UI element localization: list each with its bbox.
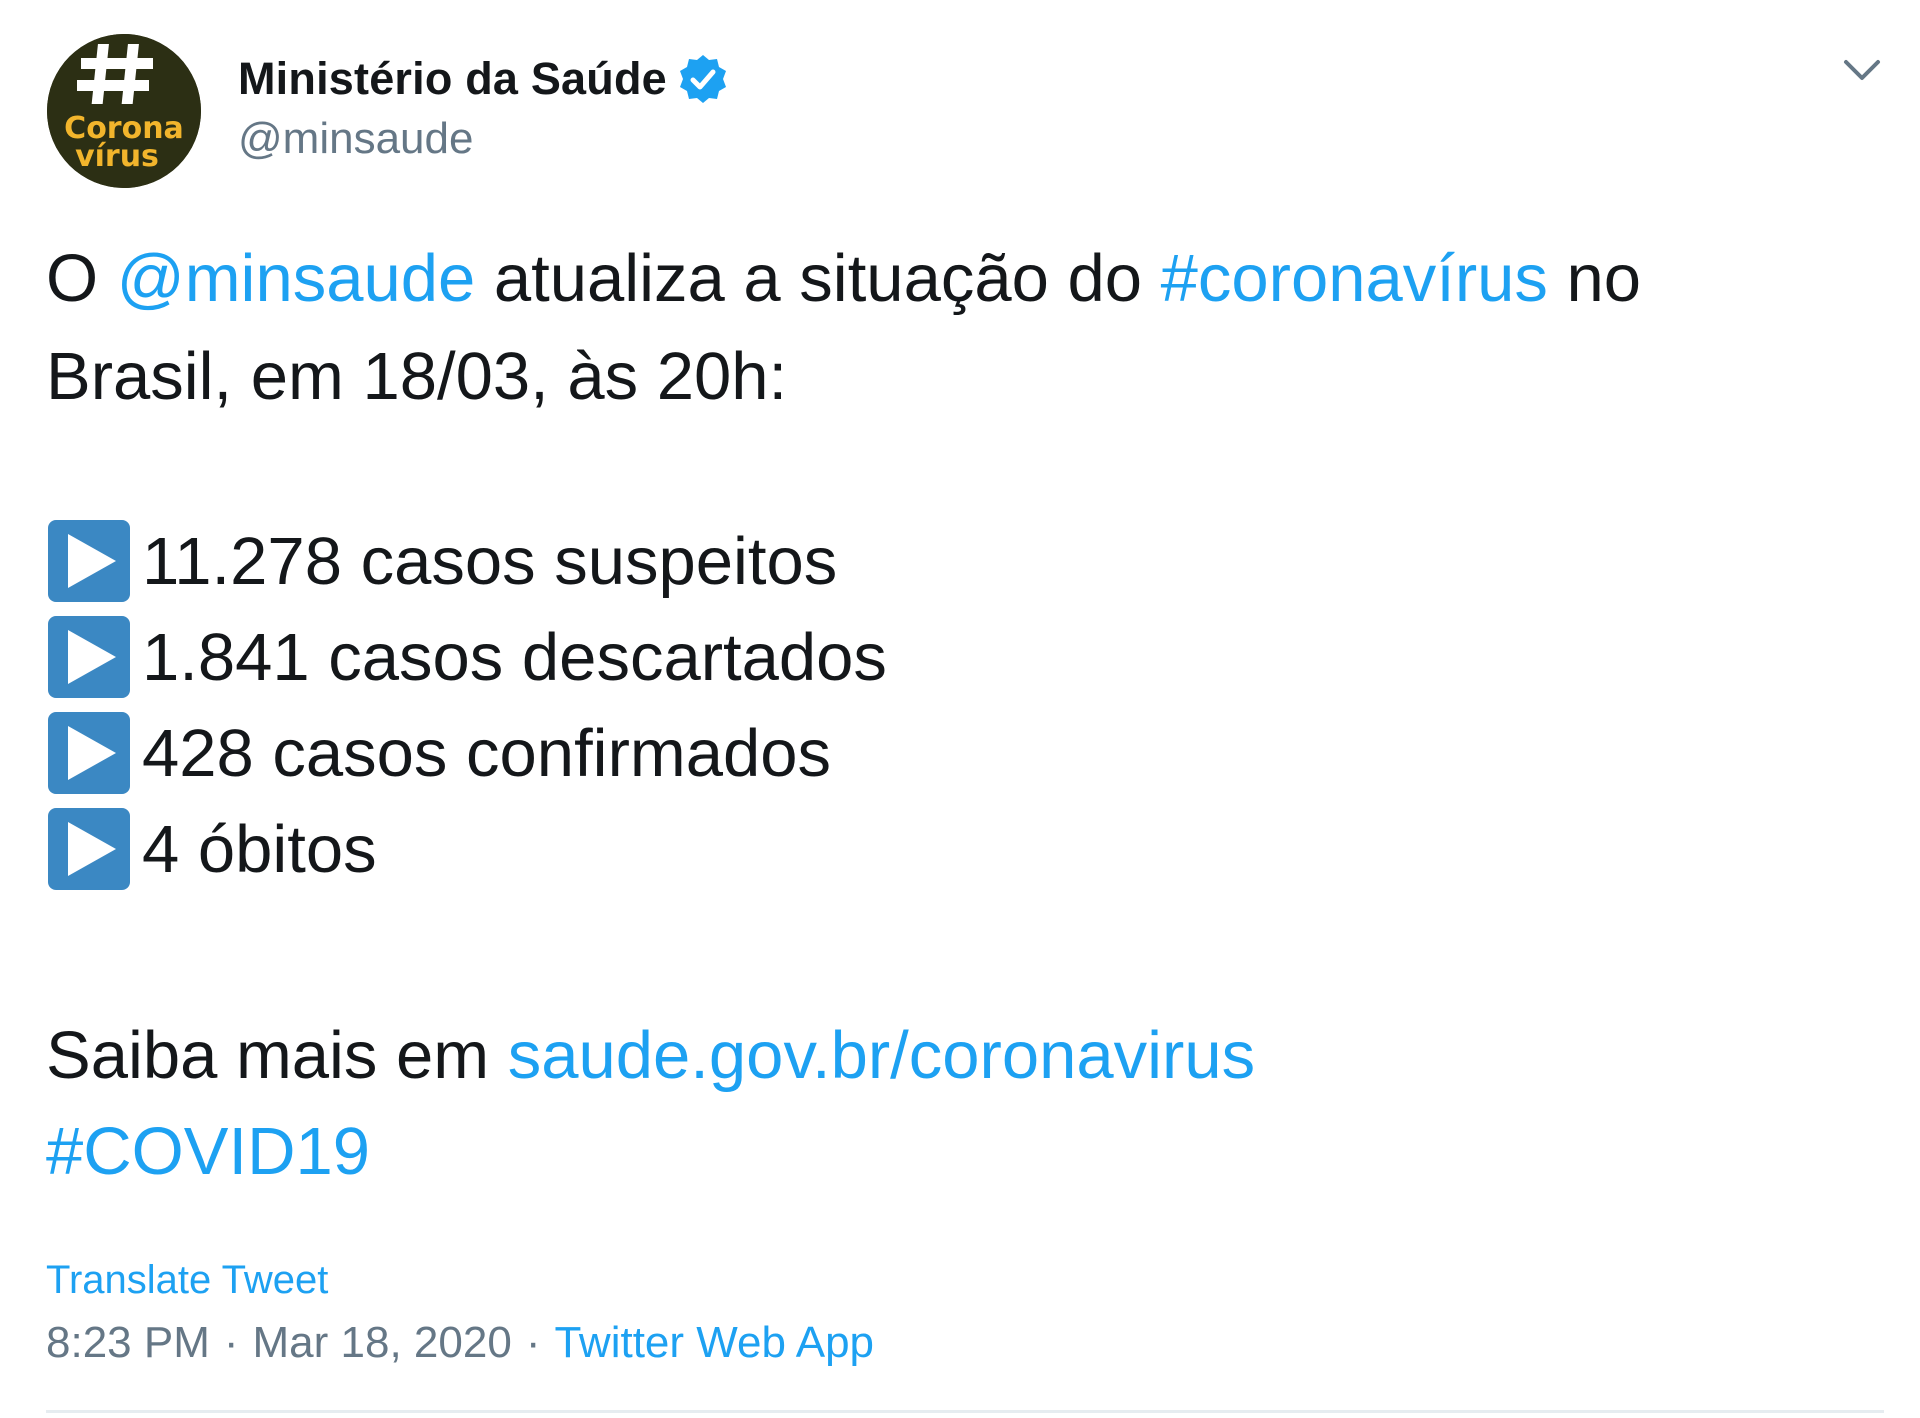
text-middle: atualiza a situação do bbox=[475, 241, 1161, 316]
tweet-menu-button[interactable] bbox=[1840, 52, 1884, 88]
handle[interactable]: @minsaude bbox=[238, 114, 729, 164]
author-block: Ministério da Saúde @minsaude bbox=[238, 50, 729, 164]
chevron-down-icon bbox=[1844, 60, 1880, 80]
stats-list: 11.278 casos suspeitos 1.841 casos desca… bbox=[46, 513, 887, 897]
stat-text: 428 casos confirmados bbox=[142, 715, 831, 791]
play-button-icon bbox=[48, 712, 130, 794]
tweet-source-link[interactable]: Twitter Web App bbox=[554, 1318, 874, 1367]
more-info: Saiba mais em saude.gov.br/coronavirus #… bbox=[46, 1008, 1255, 1200]
play-button-icon bbox=[48, 520, 130, 602]
meta-separator: · bbox=[223, 1318, 239, 1367]
list-item: 4 óbitos bbox=[46, 801, 887, 897]
play-button-icon bbox=[48, 616, 130, 698]
avatar[interactable]: Corona vírus bbox=[47, 34, 201, 188]
tweet-text: O @minsaude atualiza a situação do #coro… bbox=[46, 230, 1866, 426]
tweet-date[interactable]: Mar 18, 2020 bbox=[253, 1318, 512, 1367]
external-link[interactable]: saude.gov.br/coronavirus bbox=[508, 1018, 1255, 1093]
hashtag-coronavirus-link[interactable]: #coronavírus bbox=[1161, 241, 1548, 316]
play-button-icon bbox=[48, 808, 130, 890]
list-item: 11.278 casos suspeitos bbox=[46, 513, 887, 609]
avatar-text-line2: vírus bbox=[75, 139, 159, 174]
verified-badge-icon bbox=[677, 53, 729, 105]
mention-link[interactable]: @minsaude bbox=[117, 241, 476, 316]
stat-text: 11.278 casos suspeitos bbox=[142, 523, 838, 599]
stat-text: 4 óbitos bbox=[142, 811, 377, 887]
name-row: Ministério da Saúde bbox=[238, 50, 729, 108]
text-prefix: O bbox=[46, 241, 117, 316]
tweet-time[interactable]: 8:23 PM bbox=[46, 1318, 210, 1367]
tweet-card: Corona vírus Ministério da Saúde @minsau… bbox=[0, 0, 1920, 1418]
text-suffix: no bbox=[1547, 241, 1642, 316]
tweet-line-2: Brasil, em 18/03, às 20h: bbox=[46, 339, 788, 414]
list-item: 428 casos confirmados bbox=[46, 705, 887, 801]
coronavirus-avatar-icon: Corona vírus bbox=[47, 34, 201, 188]
more-line: Saiba mais em saude.gov.br/coronavirus bbox=[46, 1008, 1255, 1104]
hashtag-covid19-link[interactable]: #COVID19 bbox=[46, 1114, 370, 1189]
tweet-line-1: O @minsaude atualiza a situação do #coro… bbox=[46, 230, 1866, 328]
stat-text: 1.841 casos descartados bbox=[142, 619, 887, 695]
list-item: 1.841 casos descartados bbox=[46, 609, 887, 705]
translate-tweet-link[interactable]: Translate Tweet bbox=[46, 1258, 328, 1303]
more-prefix: Saiba mais em bbox=[46, 1018, 508, 1093]
display-name[interactable]: Ministério da Saúde bbox=[238, 53, 667, 105]
tweet-meta: 8:23 PM · Mar 18, 2020 · Twitter Web App bbox=[46, 1318, 874, 1368]
meta-separator: · bbox=[525, 1318, 541, 1367]
divider bbox=[46, 1410, 1884, 1413]
